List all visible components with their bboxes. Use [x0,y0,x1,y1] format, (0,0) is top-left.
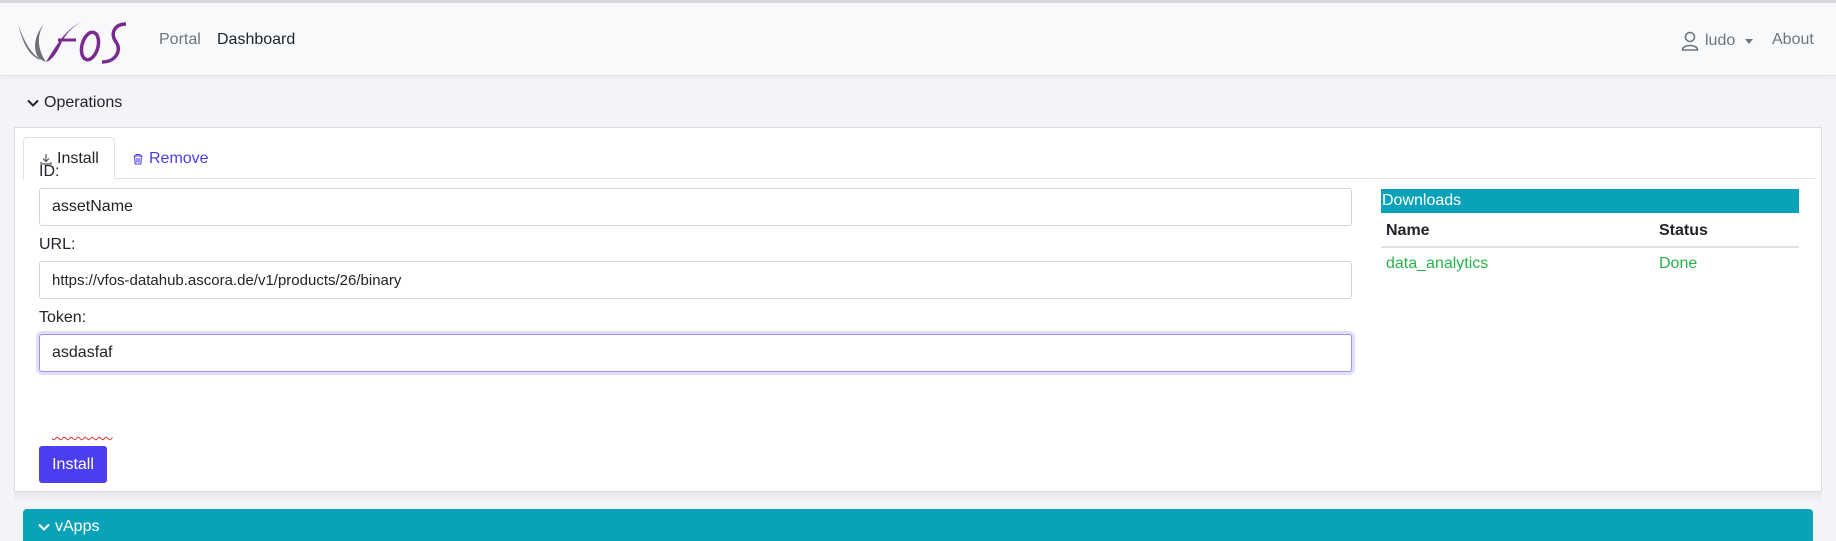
url-input[interactable] [39,261,1352,299]
id-input[interactable] [39,188,1352,226]
vapps-toggle[interactable]: vApps [23,509,1813,541]
id-label: ID: [39,163,60,180]
vfos-logo[interactable] [16,16,132,66]
column-header-name: Name [1381,216,1654,248]
divider [14,492,1822,502]
user-menu[interactable]: ludo [1681,30,1754,52]
download-name: data_analytics [1386,255,1489,272]
operations-card: Install Remove ID: URL: Token: asdasfaf … [14,127,1822,492]
nav-link-dashboard[interactable]: Dashboard [217,30,295,50]
install-button[interactable]: Install [39,446,107,483]
table-row: data_analytics Done [1381,247,1799,280]
user-icon [1681,31,1699,51]
operations-tabs: Install Remove [23,137,1815,180]
tab-remove-label: Remove [149,149,209,167]
token-label: Token: [39,309,87,326]
downloads-title: Downloads [1381,189,1799,213]
tab-install[interactable]: Install [23,137,115,180]
user-name: ludo [1705,32,1736,49]
vapps-title: vApps [55,518,100,535]
operations-toggle[interactable]: Operations [26,94,122,112]
chevron-down-icon [27,99,39,107]
token-input[interactable] [39,334,1352,372]
trash-icon [133,153,143,165]
tab-remove[interactable]: Remove [124,137,224,180]
operations-title: Operations [44,94,123,111]
spellcheck-underline: asdasfaf [52,420,112,440]
url-label: URL: [39,236,76,253]
chevron-down-icon [38,523,50,531]
nav-link-portal[interactable]: Portal [159,30,201,50]
column-header-status: Status [1654,216,1799,248]
downloads-table: Name Status data_analytics Done [1381,216,1799,280]
nav-link-about[interactable]: About [1772,30,1814,50]
tab-install-label: Install [57,149,99,167]
chevron-down-icon [1745,38,1754,44]
download-status: Done [1659,255,1698,272]
navbar: Portal Dashboard ludo About [0,3,1836,76]
